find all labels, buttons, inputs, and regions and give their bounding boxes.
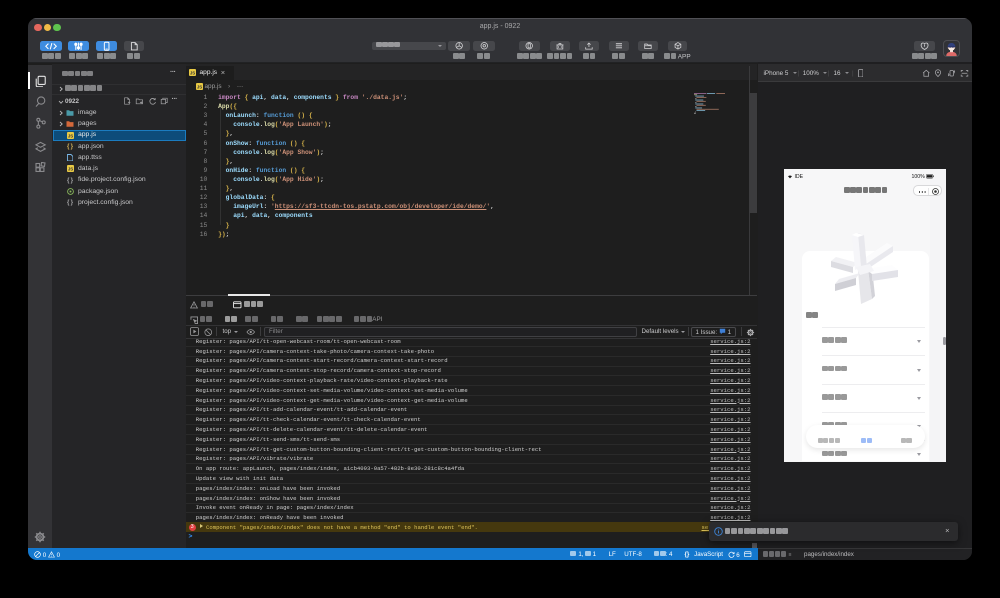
svg-text:JS: JS (67, 167, 72, 172)
svg-text:JS: JS (67, 133, 72, 138)
svg-text:JS: JS (197, 85, 202, 90)
svg-text:JS: JS (190, 71, 195, 76)
